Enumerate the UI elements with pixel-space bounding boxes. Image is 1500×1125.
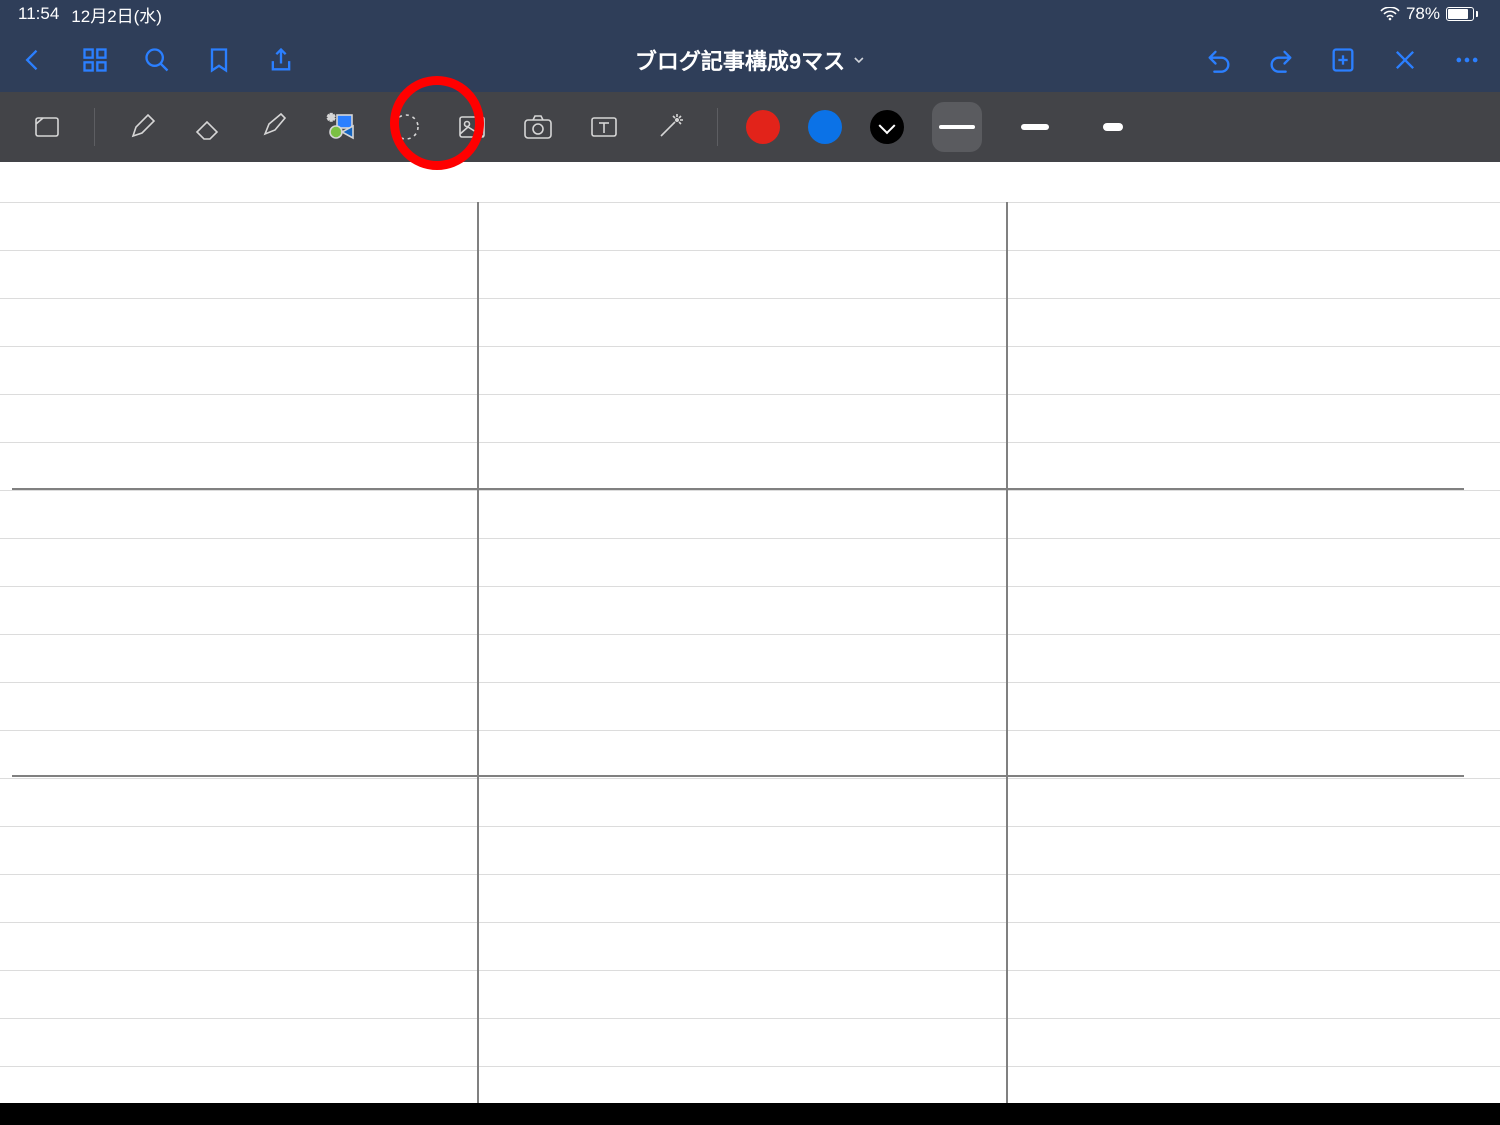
share-button[interactable] bbox=[266, 45, 296, 75]
color-swatch-red[interactable] bbox=[746, 110, 780, 144]
stroke-width-thin[interactable] bbox=[932, 102, 982, 152]
annotation-highlight-ring bbox=[390, 76, 484, 170]
more-button[interactable] bbox=[1452, 45, 1482, 75]
document-title-dropdown[interactable]: ブログ記事構成9マス bbox=[635, 44, 865, 76]
eraser-tool[interactable] bbox=[189, 108, 227, 146]
drawing-toolbar: ✱ bbox=[0, 92, 1500, 162]
chevron-down-icon bbox=[853, 54, 865, 66]
text-tool[interactable] bbox=[585, 108, 623, 146]
battery-icon bbox=[1446, 7, 1478, 21]
stroke-width-thick[interactable] bbox=[1088, 102, 1138, 152]
search-button[interactable] bbox=[142, 45, 172, 75]
undo-button[interactable] bbox=[1204, 45, 1234, 75]
ruled-lines bbox=[0, 162, 1500, 1103]
back-button[interactable] bbox=[18, 45, 48, 75]
highlighter-tool[interactable] bbox=[255, 108, 293, 146]
shapes-tool[interactable]: ✱ bbox=[321, 108, 359, 146]
close-tools-button[interactable] bbox=[1390, 45, 1420, 75]
grid-line-horizontal bbox=[12, 775, 1464, 777]
svg-text:✱: ✱ bbox=[327, 113, 335, 124]
grid-line-vertical bbox=[477, 202, 479, 1103]
document-title: ブログ記事構成9マス bbox=[635, 44, 845, 76]
redo-button[interactable] bbox=[1266, 45, 1296, 75]
color-swatch-blue[interactable] bbox=[808, 110, 842, 144]
grid-line-vertical bbox=[1006, 202, 1008, 1103]
bottom-bar bbox=[0, 1103, 1500, 1125]
stroke-width-medium[interactable] bbox=[1010, 102, 1060, 152]
pen-tool[interactable] bbox=[123, 108, 161, 146]
camera-tool[interactable] bbox=[519, 108, 557, 146]
clock-time: 11:54 bbox=[18, 4, 59, 24]
note-canvas[interactable] bbox=[0, 162, 1500, 1103]
battery-percentage: 78% bbox=[1406, 4, 1440, 24]
color-swatch-black[interactable] bbox=[870, 110, 904, 144]
status-date: 12月2日(水) bbox=[71, 2, 162, 27]
thumbnails-button[interactable] bbox=[80, 45, 110, 75]
app-bar: ブログ記事構成9マス bbox=[0, 28, 1500, 92]
bookmark-button[interactable] bbox=[204, 45, 234, 75]
status-bar: 11:54 12月2日(水) 78% bbox=[0, 0, 1500, 28]
grid-line-horizontal bbox=[12, 488, 1464, 490]
wifi-icon bbox=[1380, 7, 1400, 21]
add-page-button[interactable] bbox=[1328, 45, 1358, 75]
laser-pointer-tool[interactable] bbox=[651, 108, 689, 146]
zoom-tool[interactable] bbox=[28, 108, 66, 146]
